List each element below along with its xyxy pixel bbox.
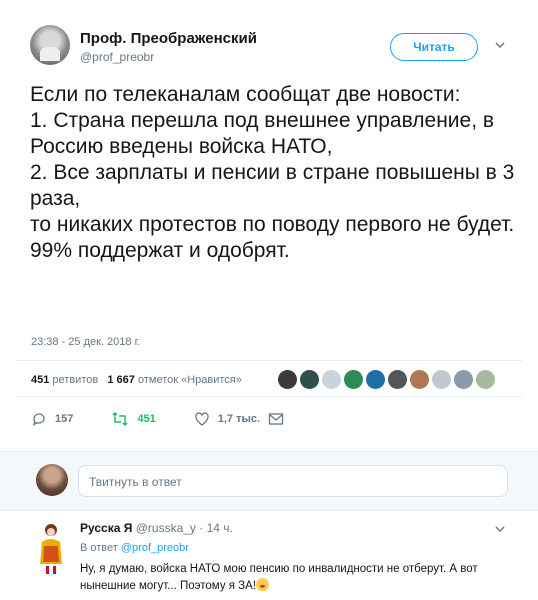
liker-avatar[interactable] [410,370,429,389]
author-handle[interactable]: @prof_preobr [80,50,154,64]
comment-header: Русска Я @russka_y · 14 ч. [80,521,233,535]
retweet-icon [112,412,128,426]
tweet-timestamp[interactable]: 23:38 - 25 дек. 2018 г. [31,336,140,348]
like-action[interactable]: 1,7 тыс. [194,411,260,427]
commenter-handle[interactable]: @russka_y [136,521,196,535]
follow-button[interactable]: Читать [390,33,478,61]
divider [16,396,522,397]
liker-avatar[interactable] [432,370,451,389]
commenter-avatar[interactable] [34,520,68,580]
retweets-label[interactable]: ретвитов [52,374,98,386]
liker-avatar[interactable] [388,370,407,389]
chevron-down-icon[interactable] [495,40,505,50]
retweet-count: 451 [137,413,156,425]
comment-body: Ну, я думаю, войска НАТО мою пенсию по и… [80,563,478,592]
liker-avatar[interactable] [300,370,319,389]
reply-action[interactable]: 157 [31,411,73,427]
envelope-icon [268,413,284,425]
reply-count: 157 [55,413,74,425]
likes-label[interactable]: отметок «Нравится» [138,374,242,386]
reply-box: Твитнуть в ответ [0,451,538,511]
reply-to-prefix: В ответ [80,542,118,554]
heart-icon [195,412,209,426]
liker-avatars [278,370,495,389]
tweet-actions: 157 451 1,7 тыс. [31,411,284,427]
comment-text: Ну, я думаю, войска НАТО мою пенсию по и… [80,561,520,595]
winking-tongue-emoji-icon [256,578,269,591]
reply-to-handle[interactable]: @prof_preobr [121,542,189,554]
likes-count[interactable]: 1 667 [107,374,135,386]
tweet-text: Если по телеканалам сообщат две новости:… [30,83,515,262]
comment-time[interactable]: · 14 ч. [199,521,233,535]
liker-avatar[interactable] [278,370,297,389]
retweets-count[interactable]: 451 [31,374,49,386]
message-action[interactable] [268,412,284,426]
current-user-avatar[interactable] [36,464,68,496]
reply-input[interactable]: Твитнуть в ответ [78,465,508,497]
liker-avatar[interactable] [344,370,363,389]
liker-avatar[interactable] [476,370,495,389]
reply-to: В ответ @prof_preobr [80,542,189,554]
liker-avatar[interactable] [454,370,473,389]
commenter-name[interactable]: Русска Я [80,521,132,535]
liker-avatar[interactable] [366,370,385,389]
author-avatar[interactable] [30,25,70,65]
divider [16,360,522,361]
chevron-down-icon[interactable] [495,524,505,534]
liker-avatar[interactable] [322,370,341,389]
tweet-stats: 451 ретвитов 1 667 отметок «Нравится» [31,374,242,386]
reply-icon [32,413,45,426]
like-count: 1,7 тыс. [217,413,261,425]
retweet-action[interactable]: 451 [111,411,156,427]
author-name[interactable]: Проф. Преображенский [80,30,257,47]
